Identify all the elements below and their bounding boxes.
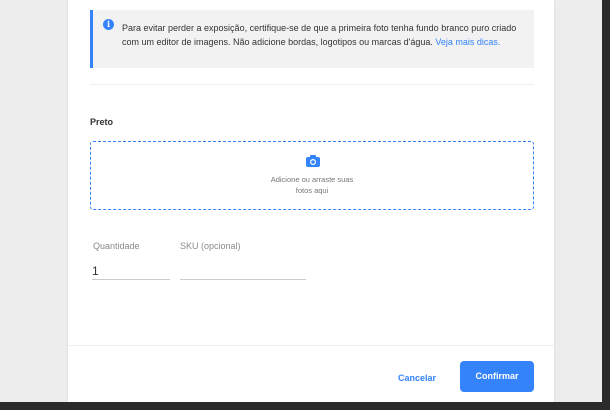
upload-instructions: Adicione ou arraste suas fotos aqui (91, 174, 533, 196)
upload-text-line2: fotos aqui (295, 186, 329, 195)
quantity-label: Quantidade (93, 241, 140, 251)
cancel-button[interactable]: Cancelar (398, 370, 436, 386)
upload-text-line1: Adicione ou arraste suas (270, 175, 354, 184)
sku-input[interactable] (180, 262, 306, 280)
quantity-input[interactable] (92, 262, 170, 280)
variant-modal-card: i Para evitar perder a exposição, certif… (68, 0, 554, 402)
sku-label: SKU (opcional) (180, 241, 241, 251)
divider (90, 84, 534, 85)
variant-title: Preto (90, 117, 114, 127)
window-frame-right (602, 0, 610, 410)
info-notice: i Para evitar perder a exposição, certif… (90, 10, 534, 68)
confirm-button[interactable]: Confirmar (460, 361, 534, 392)
camera-icon (306, 155, 320, 167)
notice-text: Para evitar perder a exposição, certifiq… (122, 21, 517, 49)
info-icon: i (103, 19, 114, 30)
footer-divider (68, 345, 554, 346)
photo-upload-dropzone[interactable]: Adicione ou arraste suas fotos aqui (90, 141, 534, 210)
more-tips-link[interactable]: Veja mais dicas. (435, 37, 500, 47)
window-frame-bottom (0, 402, 610, 410)
